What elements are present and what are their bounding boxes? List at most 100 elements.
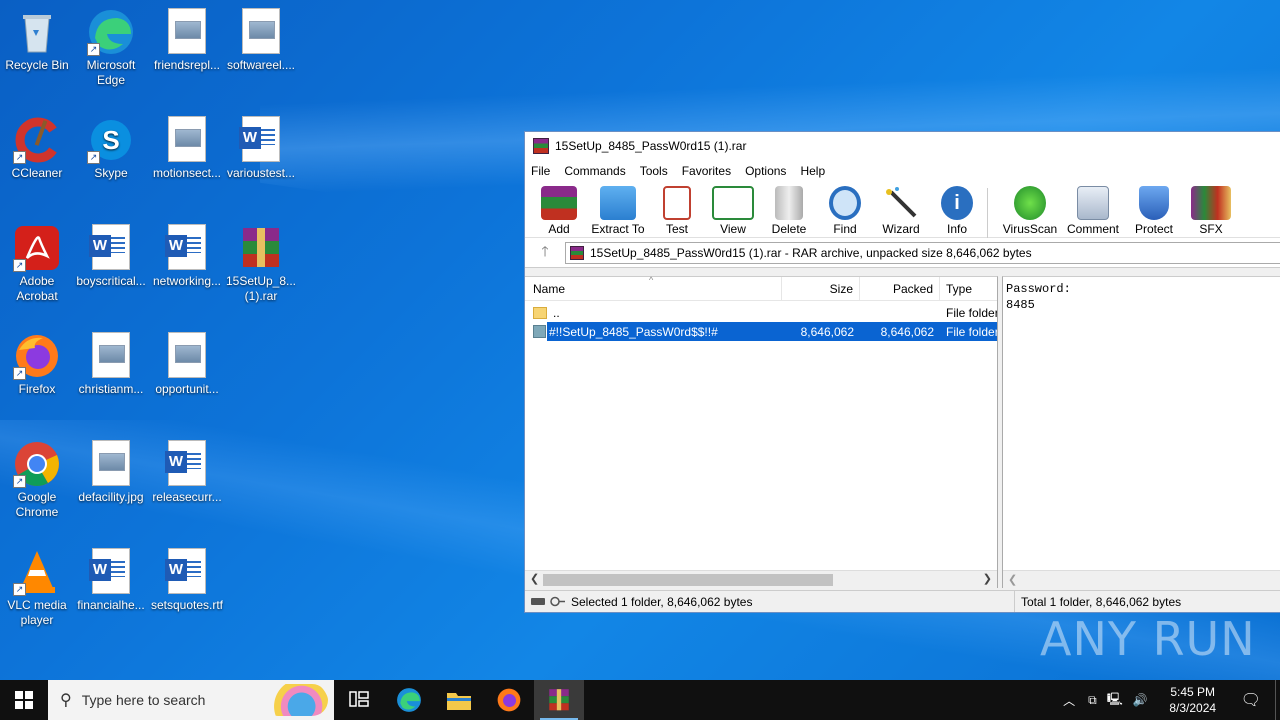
skype-icon: S ↗: [87, 116, 135, 164]
desktop-icon-file[interactable]: W setsquotes.rtf: [149, 548, 225, 613]
taskbar-edge[interactable]: [384, 680, 434, 720]
menu-commands[interactable]: Commands: [564, 164, 625, 178]
desktop-icon-edge[interactable]: ↗ Microsoft Edge: [73, 8, 149, 88]
protect-button[interactable]: Protect: [1125, 186, 1183, 236]
trash-icon: [775, 186, 803, 220]
status-total-text: Total 1 folder, 8,646,062 bytes: [1021, 594, 1182, 609]
word-document-icon: W: [89, 548, 130, 594]
taskbar-search-box[interactable]: ⚲ Type here to search: [48, 680, 334, 720]
word-document-icon: W: [239, 116, 280, 162]
anyrun-watermark: ANY RUN: [1040, 612, 1256, 666]
desktop-icon-label: setsquotes.rtf: [150, 598, 224, 612]
delete-label: Delete: [771, 222, 807, 236]
menu-options[interactable]: Options: [745, 164, 786, 178]
clock-date: 8/3/2024: [1169, 701, 1217, 715]
archive-path-field[interactable]: 15SetUp_8485_PassW0rd15 (1).rar - RAR ar…: [565, 241, 1280, 264]
menu-help[interactable]: Help: [800, 164, 825, 178]
file-packed: [860, 303, 940, 322]
volume-icon[interactable]: 🔊: [1133, 693, 1148, 707]
desktop-icon-label: motionsect...: [152, 166, 222, 180]
desktop-icon-label: varioustest...: [226, 166, 296, 180]
info-button[interactable]: i Info: [929, 186, 985, 236]
file-name: #!!SetUp_8485_PassW0rd$$!!#: [549, 324, 718, 339]
shortcut-arrow-icon: ↗: [13, 583, 26, 596]
scroll-left-icon[interactable]: ❮: [530, 572, 539, 585]
desktop-icon-skype[interactable]: S ↗ Skype: [73, 116, 149, 181]
notifications-icon[interactable]: 🗨: [1241, 690, 1261, 710]
file-row-parent[interactable]: .. File folder: [525, 303, 997, 322]
comment-scrollbar[interactable]: ❮: [1003, 570, 1280, 588]
file-packed: 8,646,062: [880, 324, 934, 339]
taskbar-file-explorer[interactable]: [434, 680, 484, 720]
taskbar-winrar[interactable]: [534, 680, 584, 720]
chevron-up-icon[interactable]: ︿: [1063, 692, 1075, 709]
desktop-icon-file[interactable]: friendsrepl...: [149, 8, 225, 73]
file-type: File folder: [946, 305, 997, 320]
desktop-icon-vlc[interactable]: ↗ VLC media player: [0, 548, 75, 628]
file-size: [782, 303, 860, 322]
desktop-icon-file[interactable]: opportunit...: [149, 332, 225, 397]
desktop-icon-firefox[interactable]: ↗ Firefox: [0, 332, 75, 397]
desktop-icon-label: softwareel....: [226, 58, 296, 72]
delete-button[interactable]: Delete: [761, 186, 817, 236]
horizontal-scrollbar[interactable]: ❮ ❯: [525, 570, 997, 588]
desktop-icon-ccleaner[interactable]: ↗ CCleaner: [0, 116, 75, 181]
wizard-button[interactable]: Wizard: [873, 186, 929, 236]
sfx-label: SFX: [1199, 222, 1223, 236]
desktop-icon-file[interactable]: W networking...: [149, 224, 225, 289]
column-headers: ^ Name Size Packed Type: [525, 275, 997, 301]
scroll-thumb[interactable]: [543, 574, 833, 586]
desktop-icon-file[interactable]: W varioustest...: [223, 116, 299, 181]
start-button[interactable]: [0, 680, 48, 720]
column-name[interactable]: Name: [525, 277, 782, 300]
file-row-selected[interactable]: #!!SetUp_8485_PassW0rd$$!!# 8,646,062 8,…: [547, 322, 997, 341]
virusscan-button[interactable]: VirusScan: [999, 186, 1061, 236]
desktop-icon-file[interactable]: W financialhe...: [73, 548, 149, 613]
winrar-window[interactable]: 15SetUp_8485_PassW0rd15 (1).rar File Com…: [524, 131, 1280, 613]
word-document-icon: W: [165, 548, 206, 594]
view-button[interactable]: View: [705, 186, 761, 236]
column-size[interactable]: Size: [782, 277, 860, 300]
window-titlebar[interactable]: 15SetUp_8485_PassW0rd15 (1).rar: [525, 132, 1280, 160]
test-button[interactable]: Test: [649, 186, 705, 236]
meet-now-icon[interactable]: ⧉: [1088, 693, 1097, 708]
up-arrow-icon[interactable]: 🡑: [525, 241, 565, 265]
scroll-right-icon[interactable]: ❯: [983, 572, 992, 585]
network-icon[interactable]: 🖳: [1107, 690, 1123, 711]
desktop-icon-adobe-acrobat[interactable]: ↗ Adobe Acrobat: [0, 224, 75, 304]
desktop-icon-rar-file[interactable]: 15SetUp_8... (1).rar: [223, 224, 299, 304]
protect-label: Protect: [1134, 222, 1173, 236]
desktop-icon-file[interactable]: W releasecurr...: [149, 440, 225, 505]
desktop-icon-file[interactable]: motionsect...: [149, 116, 225, 181]
menu-tools[interactable]: Tools: [640, 164, 668, 178]
comment-button[interactable]: Comment: [1061, 186, 1125, 236]
desktop-icon-file[interactable]: W boyscritical...: [73, 224, 149, 289]
column-type[interactable]: Type: [940, 277, 997, 300]
view-label: View: [720, 222, 746, 236]
drive-key-icon[interactable]: [531, 596, 565, 607]
extract-to-button[interactable]: Extract To: [587, 186, 649, 236]
desktop-icon-file[interactable]: softwareel....: [223, 8, 299, 73]
find-button[interactable]: Find: [817, 186, 873, 236]
taskbar-firefox[interactable]: [484, 680, 534, 720]
clock[interactable]: 5:45 PM 8/3/2024: [1161, 684, 1225, 716]
desktop-icon-google-chrome[interactable]: ↗ Google Chrome: [0, 440, 75, 520]
menu-favorites[interactable]: Favorites: [682, 164, 731, 178]
desktop-icon-recycle-bin[interactable]: Recycle Bin: [0, 8, 75, 73]
desktop-icon-file[interactable]: defacility.jpg: [73, 440, 149, 505]
sfx-button[interactable]: SFX: [1183, 186, 1239, 236]
add-label: Add: [548, 222, 570, 236]
add-button[interactable]: Add: [531, 186, 587, 236]
file-list[interactable]: ^ Name Size Packed Type .. File folder #…: [525, 275, 998, 588]
show-desktop-button[interactable]: [1275, 680, 1280, 720]
column-packed[interactable]: Packed: [860, 277, 940, 300]
extract-to-label: Extract To: [591, 222, 645, 236]
desktop-icon-label: financialhe...: [77, 598, 145, 612]
menu-file[interactable]: File: [531, 164, 550, 178]
scroll-left-icon[interactable]: ❮: [1008, 572, 1017, 588]
clock-time: 5:45 PM: [1170, 685, 1216, 699]
desktop-icon-label: friendsrepl...: [153, 58, 221, 72]
task-view-button[interactable]: [334, 680, 384, 720]
desktop-icon-file[interactable]: christianm...: [73, 332, 149, 397]
archive-comment-pane[interactable]: Password: 8485 ❮: [1002, 276, 1280, 588]
